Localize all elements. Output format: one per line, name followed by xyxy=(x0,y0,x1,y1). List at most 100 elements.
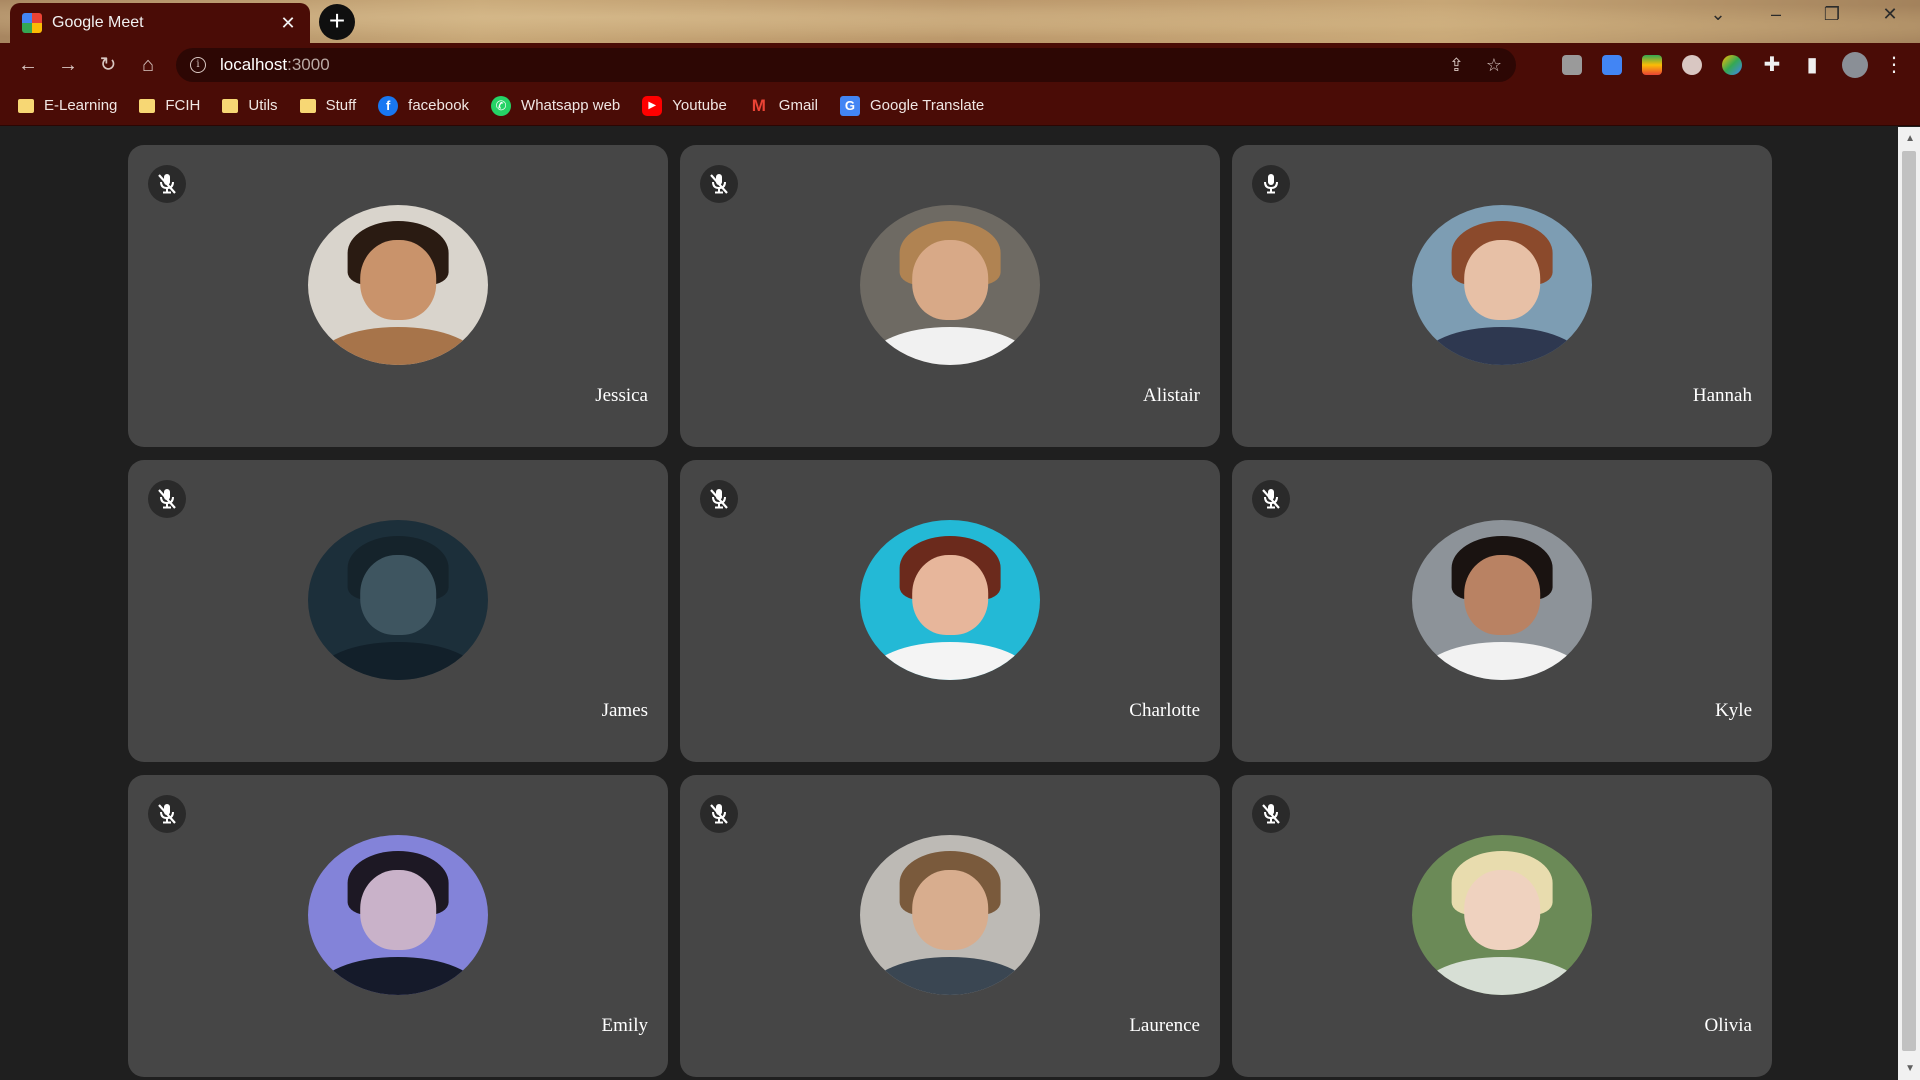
bookmark-whatsapp[interactable]: ✆ Whatsapp web xyxy=(491,95,621,116)
folder-icon xyxy=(18,98,34,113)
scroll-up-arrow-icon[interactable]: ▲ xyxy=(1905,133,1915,144)
meet-page: Jessica Alistair Hannah James Charlotte Kyle E… xyxy=(0,127,1898,1080)
avatar-face xyxy=(912,555,988,636)
bookmark-gmail[interactable]: M Gmail xyxy=(749,96,818,116)
back-button[interactable]: ← xyxy=(12,49,44,81)
avatar-body xyxy=(1421,641,1583,680)
extensions-puzzle-icon[interactable]: ✚ xyxy=(1756,49,1788,81)
bookmark-stuff[interactable]: Stuff xyxy=(299,97,356,114)
participant-tile[interactable]: Jessica xyxy=(128,145,668,447)
scrollbar-thumb[interactable] xyxy=(1902,151,1916,1051)
participant-avatar xyxy=(860,835,1040,995)
bookmark-label: facebook xyxy=(408,97,470,114)
participant-avatar xyxy=(1412,205,1592,365)
avatar-face xyxy=(360,240,436,321)
participant-name: Alistair xyxy=(1143,385,1200,406)
google-translate-icon: G xyxy=(839,95,860,116)
mic-on-icon[interactable] xyxy=(1252,165,1290,203)
share-icon[interactable]: ⇪ xyxy=(1449,55,1464,76)
home-button[interactable]: ⌂ xyxy=(132,49,164,81)
avatar-face xyxy=(912,240,988,321)
participant-name: Kyle xyxy=(1715,700,1752,721)
avatar-body xyxy=(869,956,1031,995)
minimize-button[interactable]: – xyxy=(1756,4,1796,25)
new-tab-button[interactable]: + xyxy=(319,4,355,40)
mic-off-icon[interactable] xyxy=(700,795,738,833)
forward-button[interactable]: → xyxy=(52,49,84,81)
tab-search-chevron-icon[interactable]: ⌄ xyxy=(1698,4,1738,25)
site-info-icon[interactable]: i xyxy=(190,57,206,73)
participant-name: Hannah xyxy=(1692,385,1752,406)
screenshot-extension-icon[interactable] xyxy=(1562,55,1582,75)
mic-off-icon[interactable] xyxy=(148,480,186,518)
participant-avatar xyxy=(308,205,488,365)
participant-tile[interactable]: Laurence xyxy=(680,775,1220,1077)
bookmark-google-translate[interactable]: G Google Translate xyxy=(839,95,985,116)
participant-avatar xyxy=(860,520,1040,680)
translate-extension-icon[interactable] xyxy=(1602,55,1622,75)
bookmark-label: FCIH xyxy=(165,97,201,114)
bookmark-utils[interactable]: Utils xyxy=(222,97,278,114)
participant-tile[interactable]: Alistair xyxy=(680,145,1220,447)
scroll-down-arrow-icon[interactable]: ▼ xyxy=(1905,1063,1915,1074)
bookmarks-bar: E-Learning FCIH Utils Stuff f facebook ✆… xyxy=(0,86,1920,126)
participant-avatar xyxy=(308,520,488,680)
mic-off-icon[interactable] xyxy=(700,480,738,518)
chrome-extension-icon[interactable] xyxy=(1722,55,1742,75)
participant-tile[interactable]: Charlotte xyxy=(680,460,1220,762)
restore-button[interactable]: ❐ xyxy=(1812,4,1852,25)
participant-tile[interactable]: Hannah xyxy=(1232,145,1772,447)
mic-off-icon[interactable] xyxy=(148,795,186,833)
dark-reader-extension-icon[interactable] xyxy=(1682,55,1702,75)
profile-avatar[interactable] xyxy=(1842,52,1868,78)
close-tab-icon[interactable]: ✕ xyxy=(278,13,298,34)
mic-off-icon[interactable] xyxy=(1252,480,1290,518)
participant-tile[interactable]: James xyxy=(128,460,668,762)
google-meet-icon xyxy=(22,13,42,33)
participant-avatar xyxy=(308,835,488,995)
avatar-body xyxy=(1421,956,1583,995)
bookmark-label: Youtube xyxy=(672,97,727,114)
browser-toolbar: ← → ↻ ⌂ i localhost :3000 ⇪ ☆ ✚ ▮ ⋮ xyxy=(0,43,1920,86)
bookmark-fcih[interactable]: FCIH xyxy=(139,97,200,114)
mic-off-icon[interactable] xyxy=(700,165,738,203)
participant-name: Charlotte xyxy=(1129,700,1200,721)
bookmark-youtube[interactable]: ▶ Youtube xyxy=(642,95,727,116)
participant-name: Laurence xyxy=(1129,1015,1200,1036)
avatar-face xyxy=(1464,240,1540,321)
participant-grid: Jessica Alistair Hannah James Charlotte Kyle E… xyxy=(128,145,1772,1077)
page-scrollbar[interactable]: ▲ ▼ xyxy=(1898,127,1920,1080)
participant-tile[interactable]: Olivia xyxy=(1232,775,1772,1077)
url-host: localhost xyxy=(220,55,288,74)
participant-tile[interactable]: Emily xyxy=(128,775,668,1077)
bookmark-star-icon[interactable]: ☆ xyxy=(1486,55,1502,76)
close-window-button[interactable]: ✕ xyxy=(1870,4,1910,25)
color-extension-icon[interactable] xyxy=(1642,55,1662,75)
side-panel-icon[interactable]: ▮ xyxy=(1796,49,1828,81)
participant-tile[interactable]: Kyle xyxy=(1232,460,1772,762)
gmail-icon: M xyxy=(751,95,766,115)
avatar-body xyxy=(1421,326,1583,365)
reload-button[interactable]: ↻ xyxy=(92,49,124,81)
bookmark-facebook[interactable]: f facebook xyxy=(378,95,470,116)
participant-avatar xyxy=(1412,835,1592,995)
browser-menu-icon[interactable]: ⋮ xyxy=(1878,49,1910,81)
avatar-body xyxy=(317,641,479,680)
avatar-body xyxy=(869,641,1031,680)
bookmark-label: E-Learning xyxy=(44,97,118,114)
folder-icon xyxy=(299,98,316,113)
whatsapp-icon: ✆ xyxy=(491,95,512,116)
participant-name: Jessica xyxy=(595,385,648,406)
address-bar[interactable]: i localhost :3000 ⇪ ☆ xyxy=(176,48,1516,82)
participant-name: James xyxy=(601,700,648,721)
bookmark-label: Google Translate xyxy=(869,97,985,114)
tab-google-meet[interactable]: Google Meet ✕ xyxy=(10,3,310,43)
youtube-icon: ▶ xyxy=(642,95,663,116)
bookmark-label: Utils xyxy=(248,97,278,114)
avatar-face xyxy=(360,870,436,951)
mic-off-icon[interactable] xyxy=(148,165,186,203)
avatar-face xyxy=(912,870,988,951)
bookmark-e-learning[interactable]: E-Learning xyxy=(18,97,117,114)
mic-off-icon[interactable] xyxy=(1252,795,1290,833)
bookmark-label: Whatsapp web xyxy=(521,97,621,114)
